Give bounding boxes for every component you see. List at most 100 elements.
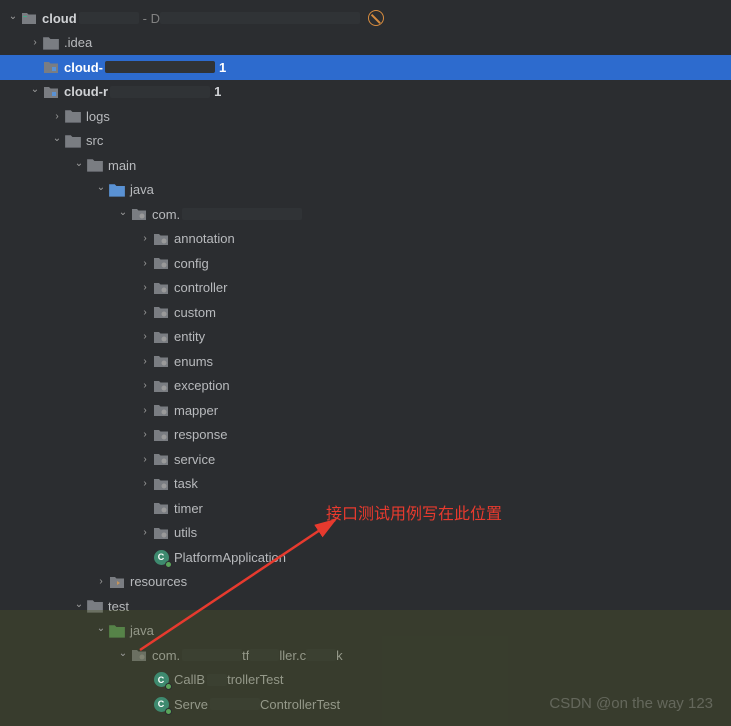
- package-icon: [152, 281, 170, 295]
- package-icon: [152, 403, 170, 417]
- tree-label: test: [108, 599, 129, 614]
- tree-row[interactable]: › .idea: [0, 31, 731, 56]
- chevron-icon[interactable]: ›: [28, 37, 42, 48]
- chevron-icon[interactable]: ⌄: [94, 182, 108, 193]
- tree-label: mapper: [174, 403, 218, 418]
- chevron-icon[interactable]: ›: [138, 478, 152, 489]
- chevron-icon[interactable]: ⌄: [50, 133, 64, 144]
- chevron-icon[interactable]: ›: [138, 258, 152, 269]
- tree-row[interactable]: ⌄cloud-r1: [0, 80, 731, 105]
- tree-row[interactable]: ·CCallBtrollerTest: [0, 668, 731, 693]
- tree-row[interactable]: ⌄ test: [0, 594, 731, 619]
- tree-row[interactable]: ⌄ com.: [0, 202, 731, 227]
- folder-test-icon: [108, 623, 126, 639]
- tree-label: .idea: [64, 35, 92, 50]
- chevron-icon[interactable]: ⌄: [28, 84, 42, 95]
- tree-row[interactable]: ›task: [0, 472, 731, 497]
- chevron-icon[interactable]: ›: [138, 454, 152, 465]
- package-icon: [152, 452, 170, 466]
- tree-row[interactable]: ·cloud-1: [0, 55, 731, 80]
- tree-row[interactable]: › annotation: [0, 227, 731, 252]
- chevron-icon[interactable]: ›: [138, 233, 152, 244]
- folder-res-icon: [108, 575, 126, 589]
- chevron-icon[interactable]: ›: [138, 356, 152, 367]
- package-icon: [152, 526, 170, 540]
- chevron-icon[interactable]: ›: [138, 380, 152, 391]
- tree-label: java: [130, 623, 154, 638]
- chevron-icon[interactable]: ›: [94, 576, 108, 587]
- tree-label: main: [108, 158, 136, 173]
- package-icon: [152, 501, 170, 515]
- folder-gray-icon: [86, 157, 104, 173]
- tree-row[interactable]: ›logs: [0, 104, 731, 129]
- tree-row[interactable]: ›enums: [0, 349, 731, 374]
- tree-label: cloud: [42, 11, 77, 26]
- chevron-icon[interactable]: ›: [138, 429, 152, 440]
- tree-label: entity: [174, 329, 205, 344]
- tree-row[interactable]: ›resources: [0, 570, 731, 595]
- tree-label: timer: [174, 501, 203, 516]
- module-icon: [42, 85, 60, 99]
- chevron-icon[interactable]: ⌄: [72, 158, 86, 169]
- chevron-icon[interactable]: ⌄: [116, 648, 130, 659]
- cancel-icon: [368, 10, 384, 26]
- class-run-icon: C: [152, 550, 170, 565]
- package-icon: [152, 305, 170, 319]
- folder-src-icon: [108, 182, 126, 198]
- tree-label: cloud-: [64, 60, 103, 75]
- tree-label: com.: [152, 207, 180, 222]
- package-icon: [152, 354, 170, 368]
- folder-gray-icon: [64, 133, 82, 149]
- class-run-icon: C: [152, 697, 170, 712]
- tree-row[interactable]: › mapper: [0, 398, 731, 423]
- tree-row[interactable]: ⌄cloud - D: [0, 6, 731, 31]
- tree-label: com.: [152, 648, 180, 663]
- tree-label: utils: [174, 525, 197, 540]
- tree-row[interactable]: ⌄java: [0, 178, 731, 203]
- tree-label: cloud-r: [64, 84, 108, 99]
- tree-row[interactable]: › response: [0, 423, 731, 448]
- tree-row[interactable]: › utils: [0, 521, 731, 546]
- folder-gray-icon: [42, 35, 60, 51]
- package-icon: [130, 648, 148, 662]
- tree-row[interactable]: ⌄ src: [0, 129, 731, 154]
- class-run-icon: C: [152, 672, 170, 687]
- package-icon: [152, 428, 170, 442]
- tree-label: src: [86, 133, 103, 148]
- tree-row[interactable]: ›service: [0, 447, 731, 472]
- chevron-icon[interactable]: ›: [138, 282, 152, 293]
- watermark: CSDN @on the way 123: [549, 695, 713, 712]
- chevron-icon[interactable]: ›: [138, 405, 152, 416]
- tree-row[interactable]: › exception: [0, 374, 731, 399]
- chevron-icon[interactable]: ⌄: [116, 207, 130, 218]
- tree-row[interactable]: › entity: [0, 325, 731, 350]
- tree-label: response: [174, 427, 227, 442]
- chevron-icon[interactable]: ›: [50, 111, 64, 122]
- tree-row[interactable]: › custom: [0, 300, 731, 325]
- chevron-icon[interactable]: ⌄: [6, 11, 20, 22]
- tree-row[interactable]: ⌄ java: [0, 619, 731, 644]
- tree-row[interactable]: ⌄com.tfller.ck: [0, 643, 731, 668]
- tree-label: config: [174, 256, 209, 271]
- tree-row[interactable]: ·CPlatformApplication: [0, 545, 731, 570]
- chevron-icon[interactable]: ›: [138, 307, 152, 318]
- tree-row[interactable]: › config: [0, 251, 731, 276]
- chevron-icon[interactable]: ›: [138, 331, 152, 342]
- chevron-icon[interactable]: ⌄: [94, 623, 108, 634]
- package-icon: [152, 330, 170, 344]
- tree-label: annotation: [174, 231, 235, 246]
- tree-label: exception: [174, 378, 230, 393]
- chevron-icon[interactable]: ›: [138, 527, 152, 538]
- module-icon: [42, 60, 60, 74]
- folder-gray-icon: [64, 108, 82, 124]
- tree-row[interactable]: ›controller: [0, 276, 731, 301]
- tree-label: Serve: [174, 697, 208, 712]
- chevron-icon[interactable]: ⌄: [72, 599, 86, 610]
- project-tree[interactable]: ⌄cloud - D›.idea·cloud-1⌄cloud-r1›logs⌄s…: [0, 0, 731, 717]
- package-icon: [152, 379, 170, 393]
- tree-label: CallB: [174, 672, 205, 687]
- package-icon: [152, 232, 170, 246]
- tree-label: custom: [174, 305, 216, 320]
- package-icon: [152, 256, 170, 270]
- tree-row[interactable]: ⌄ main: [0, 153, 731, 178]
